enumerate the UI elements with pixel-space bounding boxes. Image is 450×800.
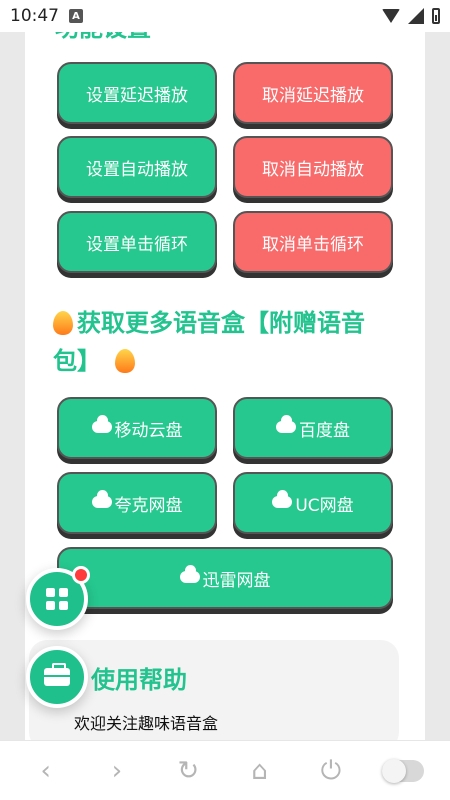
notification-badge (72, 566, 90, 584)
help-title: 使用帮助 (91, 666, 187, 694)
fire-icon (115, 349, 136, 373)
cloud-icon (276, 415, 296, 433)
cloud-icon (91, 490, 112, 508)
cancel-delay-play-button[interactable]: 取消延迟播放 (233, 62, 393, 124)
status-time: 10:47 (10, 6, 59, 26)
quark-disk-button[interactable]: 夸克网盘 (57, 472, 217, 534)
cancel-click-loop-button[interactable]: 取消单击循环 (233, 211, 393, 273)
grid-icon (46, 588, 68, 610)
cloud-icon (179, 565, 200, 583)
mobile-cloud-label: 移动云盘 (114, 420, 183, 441)
back-icon[interactable]: ‹ (26, 758, 66, 784)
cancel-autoplay-button[interactable]: 取消自动播放 (233, 136, 393, 198)
fire-icon (53, 311, 73, 335)
apps-fab-button[interactable] (26, 566, 90, 630)
download-section-title: 获取更多语音盒【附赠语音包】 (53, 304, 393, 380)
status-icons (382, 8, 440, 24)
toolbox-fab-button[interactable] (26, 646, 88, 708)
set-click-loop-button[interactable]: 设置单击循环 (57, 211, 217, 273)
forward-icon[interactable]: › (97, 758, 137, 784)
help-text: 欢迎关注趣味语音盒 (74, 714, 219, 733)
baidu-disk-label: 百度盘 (299, 420, 350, 441)
power-icon[interactable]: ⏻ (311, 758, 351, 784)
set-delay-play-button[interactable]: 设置延迟播放 (57, 62, 217, 124)
quark-disk-label: 夸克网盘 (114, 495, 183, 516)
download-title-text: 获取更多语音盒【附赠语音包】 (53, 309, 365, 375)
notification-a-icon: A (69, 9, 83, 23)
uc-disk-label: UC网盘 (295, 495, 354, 516)
uc-disk-button[interactable]: UC网盘 (233, 472, 393, 534)
battery-icon (432, 8, 440, 24)
home-icon[interactable]: ⌂ (240, 758, 280, 784)
xunlei-disk-label: 迅雷网盘 (202, 570, 271, 591)
night-mode-toggle[interactable] (382, 758, 425, 783)
refresh-icon[interactable]: ↻ (168, 758, 208, 784)
mobile-cloud-button[interactable]: 移动云盘 (57, 397, 217, 459)
cloud-icon (272, 490, 293, 508)
content-card: 功能设置 设置延迟播放 取消延迟播放 设置自动播放 取消自动播放 设置单击循环 … (25, 0, 425, 740)
signal-icon (408, 8, 424, 24)
xunlei-disk-button[interactable]: 迅雷网盘 (57, 547, 393, 609)
baidu-disk-button[interactable]: 百度盘 (233, 397, 393, 459)
status-bar: 10:47 A (0, 0, 450, 32)
cloud-icon (91, 415, 112, 433)
wifi-icon (382, 9, 400, 23)
toolbox-icon (44, 663, 70, 686)
set-autoplay-button[interactable]: 设置自动播放 (57, 136, 217, 198)
bottom-nav-bar: ‹ › ↻ ⌂ ⏻ (0, 740, 450, 800)
